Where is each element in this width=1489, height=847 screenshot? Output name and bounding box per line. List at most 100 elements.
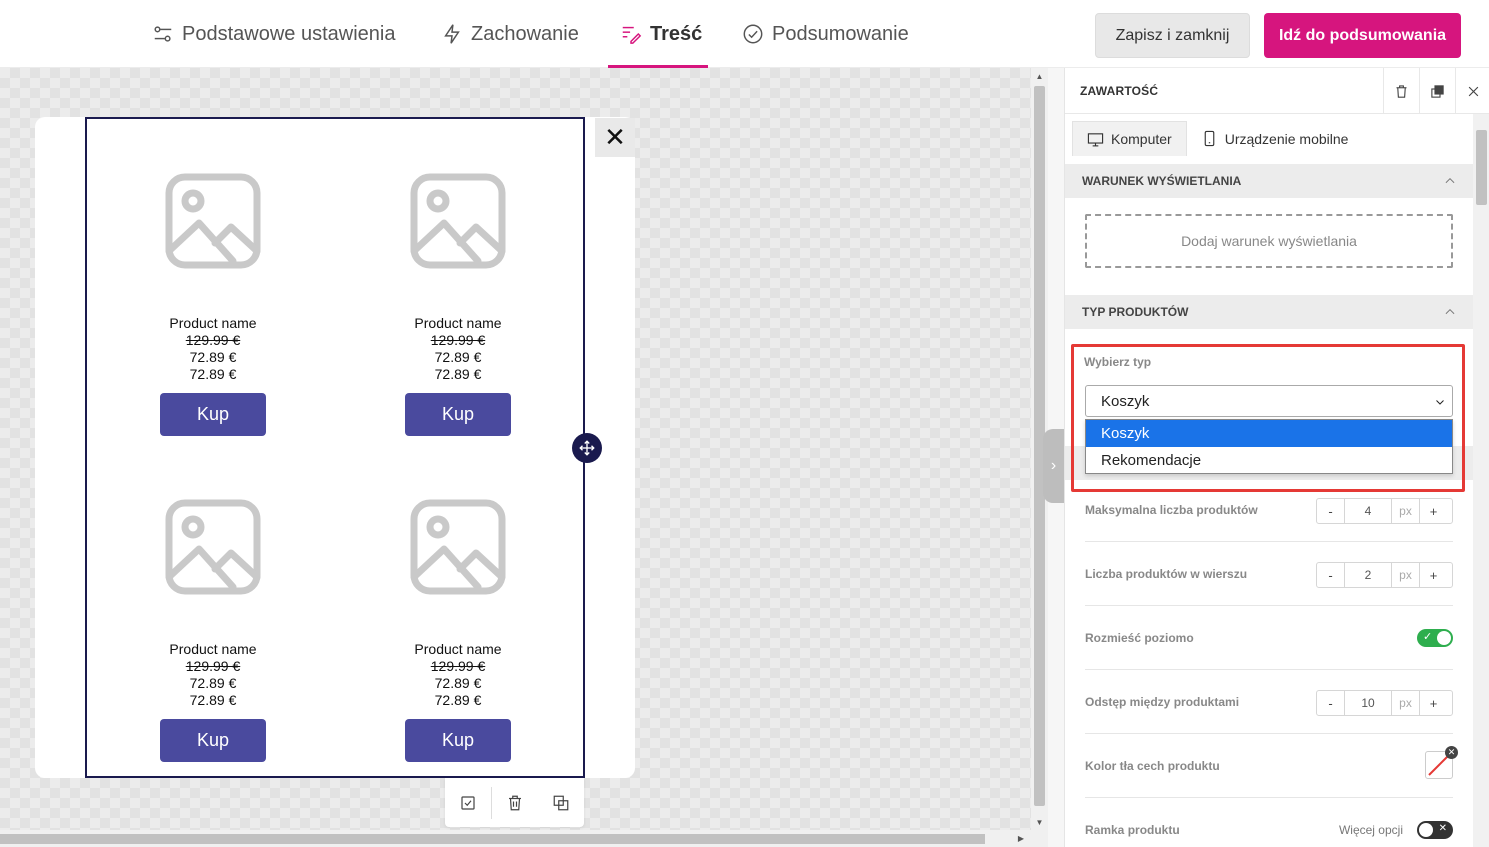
increment-button[interactable]: +: [1420, 499, 1447, 523]
product-name: Product name: [169, 315, 257, 331]
stepper-unit: px: [1392, 691, 1420, 715]
stepper-value[interactable]: 10: [1344, 691, 1392, 715]
product-name: Product name: [414, 315, 502, 331]
section-product-type[interactable]: TYP PRODUKTÓW: [1065, 295, 1473, 329]
product-price: 72.89 €: [434, 675, 482, 691]
option-recommendations[interactable]: Rekomendacje: [1086, 447, 1452, 474]
move-icon: [579, 440, 595, 456]
increment-button[interactable]: +: [1420, 691, 1447, 715]
setting-label: Liczba produktów w wierszu: [1085, 567, 1248, 581]
panel-scrollbar[interactable]: [1473, 114, 1489, 847]
per-row-stepper: - 2 px +: [1316, 562, 1453, 588]
decrement-button[interactable]: -: [1317, 691, 1344, 715]
product-old-price: 129.99 €: [430, 332, 486, 348]
product-price: 72.89 €: [189, 675, 237, 691]
scroll-right-icon[interactable]: ▶: [1013, 830, 1029, 847]
select-block-button[interactable]: [445, 778, 491, 827]
tab-basic-settings[interactable]: Podstawowe ustawienia: [152, 0, 395, 68]
chevron-up-icon: [1445, 309, 1455, 315]
editor-canvas: ✕ Product name 129.99 € 72.89 € 72.89 € …: [0, 68, 1031, 830]
canvas-horizontal-scrollbar[interactable]: ▶: [0, 830, 1031, 847]
tab-desktop-label: Komputer: [1111, 131, 1172, 147]
product-price-secondary: 72.89 €: [434, 692, 482, 708]
product-name: Product name: [414, 641, 502, 657]
horizontal-toggle[interactable]: ✓: [1417, 629, 1453, 647]
duplicate-block-button[interactable]: [538, 778, 584, 827]
chevron-right-icon: ›: [1050, 457, 1057, 474]
panel-header: ZAWARTOŚĆ: [1065, 68, 1489, 114]
copy-element-button[interactable]: [1419, 68, 1455, 114]
block-toolbar: [445, 778, 584, 827]
section-display-condition[interactable]: WARUNEK WYŚWIETLANIA: [1065, 164, 1473, 198]
stepper-unit: px: [1392, 499, 1420, 523]
setting-label: Maksymalna liczba produktów: [1085, 503, 1258, 517]
save-and-close-button[interactable]: Zapisz i zamknij: [1095, 13, 1250, 58]
go-to-summary-button[interactable]: Idź do podsumowania: [1264, 13, 1461, 58]
top-bar: Podstawowe ustawienia Zachowanie Treść P…: [0, 0, 1489, 68]
clear-color-icon[interactable]: ✕: [1445, 746, 1458, 759]
max-products-stepper: - 4 px +: [1316, 498, 1453, 524]
scrollbar-corner: [1031, 830, 1048, 847]
border-toggle[interactable]: ✕: [1417, 821, 1453, 839]
stepper-value[interactable]: 4: [1344, 499, 1392, 523]
tab-mobile[interactable]: Urządzenie mobilne: [1187, 121, 1363, 156]
delete-block-button[interactable]: [492, 778, 538, 827]
product-price: 72.89 €: [189, 349, 237, 365]
monitor-icon: [1087, 132, 1104, 146]
close-panel-button[interactable]: [1455, 68, 1489, 114]
setting-max-products: Maksymalna liczba produktów - 4 px +: [1085, 478, 1453, 542]
setting-horizontal-layout: Rozmieść poziomo ✓: [1085, 606, 1453, 670]
device-tabs: Komputer Urządzenie mobilne: [1072, 121, 1363, 156]
tab-content-label: Treść: [650, 22, 703, 45]
lightning-icon: [444, 24, 460, 44]
scroll-thumb[interactable]: [1476, 130, 1487, 205]
tab-content[interactable]: Treść: [620, 0, 702, 68]
option-basket[interactable]: Koszyk: [1086, 420, 1452, 447]
add-display-condition-button[interactable]: Dodaj warunek wyświetlania: [1085, 214, 1453, 268]
close-icon: ✕: [604, 122, 626, 152]
decrement-button[interactable]: -: [1317, 563, 1344, 587]
scroll-thumb[interactable]: [0, 834, 985, 844]
popup-close-button[interactable]: ✕: [595, 118, 635, 157]
copy-icon: [1431, 84, 1444, 98]
product-price: 72.89 €: [434, 349, 482, 365]
check-icon: ✓: [1423, 631, 1433, 643]
color-swatch[interactable]: ✕: [1425, 746, 1458, 779]
toggle-knob: [1419, 823, 1433, 837]
tab-behavior-label: Zachowanie: [471, 22, 579, 45]
product-price-secondary: 72.89 €: [189, 366, 237, 382]
buy-button[interactable]: Kup: [160, 719, 266, 762]
collapse-panel-button[interactable]: ›: [1043, 429, 1064, 503]
x-icon: ✕: [1438, 823, 1447, 834]
product-type-dropdown: Koszyk Rekomendacje: [1085, 419, 1453, 474]
setting-product-border: Ramka produktu Więcej opcji ✕: [1085, 798, 1453, 847]
spacing-stepper: - 10 px +: [1316, 690, 1453, 716]
buy-button[interactable]: Kup: [405, 719, 511, 762]
tab-basic-settings-label: Podstawowe ustawienia: [182, 22, 396, 45]
chevron-up-icon: [1445, 178, 1455, 184]
checkbox-icon: [461, 795, 475, 810]
more-options-link[interactable]: Więcej opcji: [1339, 798, 1403, 847]
selected-block[interactable]: Product name 129.99 € 72.89 € 72.89 € Ku…: [85, 117, 585, 778]
setting-label: Ramka produktu: [1085, 823, 1180, 837]
sliders-icon: [154, 26, 172, 42]
scroll-down-icon[interactable]: ▼: [1031, 814, 1048, 830]
product-price-secondary: 72.89 €: [434, 366, 482, 382]
increment-button[interactable]: +: [1420, 563, 1447, 587]
product-old-price: 129.99 €: [185, 332, 241, 348]
setting-product-spacing: Odstęp między produktami - 10 px +: [1085, 670, 1453, 734]
image-placeholder-icon: [408, 497, 508, 597]
move-handle[interactable]: [572, 433, 602, 463]
close-icon: [1468, 86, 1479, 96]
setting-label: Odstęp między produktami: [1085, 695, 1240, 709]
scroll-up-icon[interactable]: ▲: [1031, 68, 1048, 84]
tab-behavior[interactable]: Zachowanie: [441, 0, 579, 68]
decrement-button[interactable]: -: [1317, 499, 1344, 523]
delete-element-button[interactable]: [1383, 68, 1419, 114]
tab-summary[interactable]: Podsumowanie: [742, 0, 909, 68]
buy-button[interactable]: Kup: [160, 393, 266, 436]
stepper-value[interactable]: 2: [1344, 563, 1392, 587]
product-card: Product name 129.99 € 72.89 € 72.89 € Ku…: [133, 171, 293, 436]
buy-button[interactable]: Kup: [405, 393, 511, 436]
tab-desktop[interactable]: Komputer: [1072, 121, 1187, 156]
